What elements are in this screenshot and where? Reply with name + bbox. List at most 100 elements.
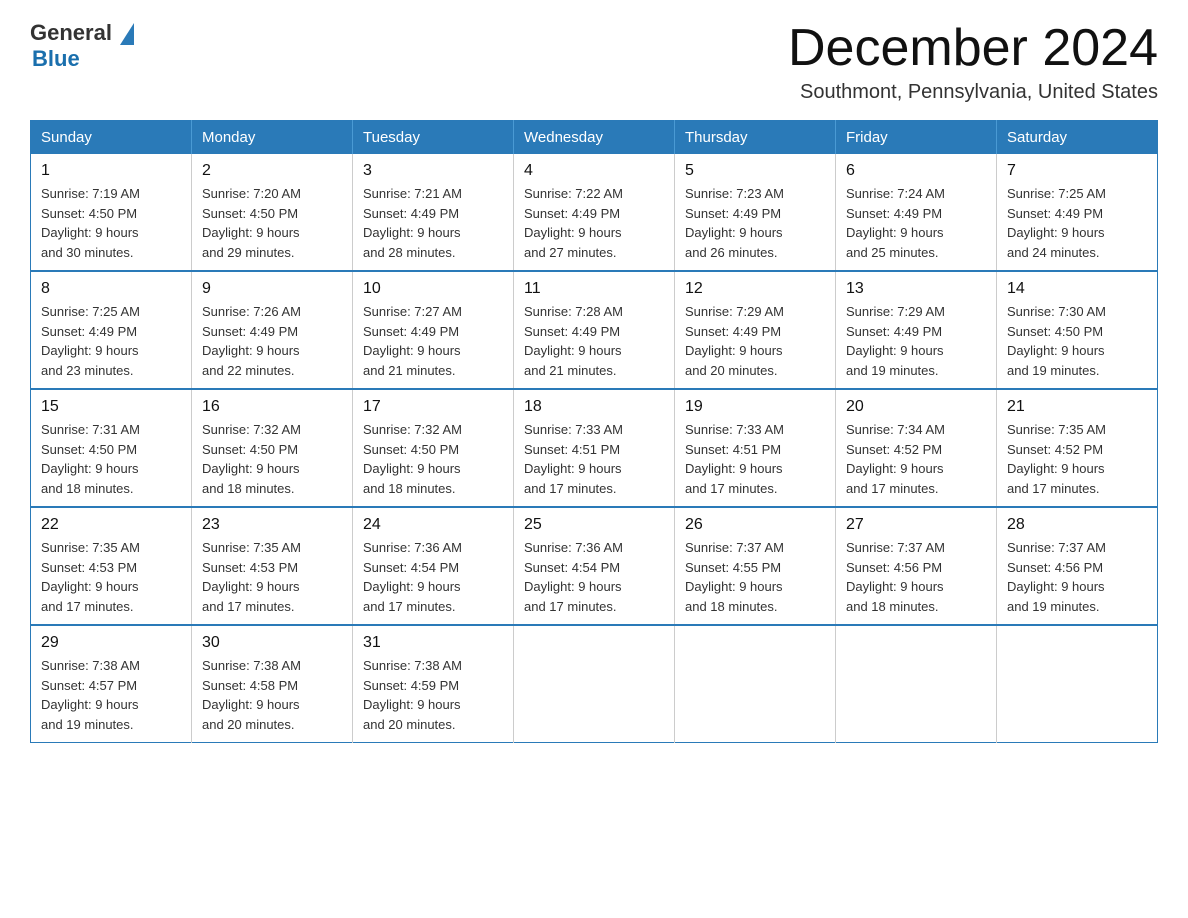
weekday-header-sunday: Sunday — [31, 121, 192, 155]
day-info: Sunrise: 7:27 AM Sunset: 4:49 PM Dayligh… — [363, 302, 503, 380]
day-number: 23 — [202, 516, 342, 534]
day-cell: 5 Sunrise: 7:23 AM Sunset: 4:49 PM Dayli… — [675, 154, 836, 271]
day-number: 29 — [41, 634, 181, 652]
day-number: 19 — [685, 398, 825, 416]
day-cell — [997, 625, 1158, 743]
weekday-header-wednesday: Wednesday — [514, 121, 675, 155]
day-number: 31 — [363, 634, 503, 652]
day-number: 13 — [846, 280, 986, 298]
day-number: 21 — [1007, 398, 1147, 416]
day-cell: 3 Sunrise: 7:21 AM Sunset: 4:49 PM Dayli… — [353, 154, 514, 271]
day-number: 1 — [41, 162, 181, 180]
week-row-1: 1 Sunrise: 7:19 AM Sunset: 4:50 PM Dayli… — [31, 154, 1158, 271]
day-number: 5 — [685, 162, 825, 180]
day-info: Sunrise: 7:35 AM Sunset: 4:53 PM Dayligh… — [202, 538, 342, 616]
day-cell: 24 Sunrise: 7:36 AM Sunset: 4:54 PM Dayl… — [353, 507, 514, 625]
calendar-subtitle: Southmont, Pennsylvania, United States — [788, 81, 1158, 104]
day-cell: 12 Sunrise: 7:29 AM Sunset: 4:49 PM Dayl… — [675, 271, 836, 389]
day-cell: 8 Sunrise: 7:25 AM Sunset: 4:49 PM Dayli… — [31, 271, 192, 389]
day-cell: 13 Sunrise: 7:29 AM Sunset: 4:49 PM Dayl… — [836, 271, 997, 389]
week-row-2: 8 Sunrise: 7:25 AM Sunset: 4:49 PM Dayli… — [31, 271, 1158, 389]
day-cell — [836, 625, 997, 743]
day-info: Sunrise: 7:25 AM Sunset: 4:49 PM Dayligh… — [1007, 184, 1147, 262]
day-cell: 29 Sunrise: 7:38 AM Sunset: 4:57 PM Dayl… — [31, 625, 192, 743]
day-number: 12 — [685, 280, 825, 298]
weekday-header-saturday: Saturday — [997, 121, 1158, 155]
day-cell: 2 Sunrise: 7:20 AM Sunset: 4:50 PM Dayli… — [192, 154, 353, 271]
day-number: 25 — [524, 516, 664, 534]
day-info: Sunrise: 7:25 AM Sunset: 4:49 PM Dayligh… — [41, 302, 181, 380]
day-number: 8 — [41, 280, 181, 298]
title-area: December 2024 Southmont, Pennsylvania, U… — [788, 20, 1158, 104]
day-info: Sunrise: 7:36 AM Sunset: 4:54 PM Dayligh… — [524, 538, 664, 616]
week-row-4: 22 Sunrise: 7:35 AM Sunset: 4:53 PM Dayl… — [31, 507, 1158, 625]
day-cell: 19 Sunrise: 7:33 AM Sunset: 4:51 PM Dayl… — [675, 389, 836, 507]
day-number: 17 — [363, 398, 503, 416]
day-info: Sunrise: 7:37 AM Sunset: 4:56 PM Dayligh… — [1007, 538, 1147, 616]
day-number: 6 — [846, 162, 986, 180]
day-info: Sunrise: 7:26 AM Sunset: 4:49 PM Dayligh… — [202, 302, 342, 380]
day-number: 20 — [846, 398, 986, 416]
day-info: Sunrise: 7:20 AM Sunset: 4:50 PM Dayligh… — [202, 184, 342, 262]
day-info: Sunrise: 7:22 AM Sunset: 4:49 PM Dayligh… — [524, 184, 664, 262]
day-cell: 23 Sunrise: 7:35 AM Sunset: 4:53 PM Dayl… — [192, 507, 353, 625]
day-cell: 22 Sunrise: 7:35 AM Sunset: 4:53 PM Dayl… — [31, 507, 192, 625]
day-info: Sunrise: 7:37 AM Sunset: 4:55 PM Dayligh… — [685, 538, 825, 616]
day-info: Sunrise: 7:29 AM Sunset: 4:49 PM Dayligh… — [685, 302, 825, 380]
day-cell: 26 Sunrise: 7:37 AM Sunset: 4:55 PM Dayl… — [675, 507, 836, 625]
weekday-header-row: SundayMondayTuesdayWednesdayThursdayFrid… — [31, 121, 1158, 155]
day-info: Sunrise: 7:34 AM Sunset: 4:52 PM Dayligh… — [846, 420, 986, 498]
day-cell — [675, 625, 836, 743]
day-info: Sunrise: 7:30 AM Sunset: 4:50 PM Dayligh… — [1007, 302, 1147, 380]
day-number: 24 — [363, 516, 503, 534]
day-info: Sunrise: 7:29 AM Sunset: 4:49 PM Dayligh… — [846, 302, 986, 380]
weekday-header-tuesday: Tuesday — [353, 121, 514, 155]
day-cell: 28 Sunrise: 7:37 AM Sunset: 4:56 PM Dayl… — [997, 507, 1158, 625]
day-cell: 7 Sunrise: 7:25 AM Sunset: 4:49 PM Dayli… — [997, 154, 1158, 271]
day-cell: 9 Sunrise: 7:26 AM Sunset: 4:49 PM Dayli… — [192, 271, 353, 389]
day-cell: 25 Sunrise: 7:36 AM Sunset: 4:54 PM Dayl… — [514, 507, 675, 625]
page-header: General Blue December 2024 Southmont, Pe… — [30, 20, 1158, 104]
day-info: Sunrise: 7:24 AM Sunset: 4:49 PM Dayligh… — [846, 184, 986, 262]
day-cell: 17 Sunrise: 7:32 AM Sunset: 4:50 PM Dayl… — [353, 389, 514, 507]
day-number: 27 — [846, 516, 986, 534]
logo-general-text: General — [30, 20, 134, 46]
day-cell: 21 Sunrise: 7:35 AM Sunset: 4:52 PM Dayl… — [997, 389, 1158, 507]
day-info: Sunrise: 7:33 AM Sunset: 4:51 PM Dayligh… — [685, 420, 825, 498]
day-info: Sunrise: 7:33 AM Sunset: 4:51 PM Dayligh… — [524, 420, 664, 498]
day-info: Sunrise: 7:38 AM Sunset: 4:58 PM Dayligh… — [202, 656, 342, 734]
day-number: 2 — [202, 162, 342, 180]
day-info: Sunrise: 7:32 AM Sunset: 4:50 PM Dayligh… — [202, 420, 342, 498]
day-cell: 27 Sunrise: 7:37 AM Sunset: 4:56 PM Dayl… — [836, 507, 997, 625]
day-cell: 14 Sunrise: 7:30 AM Sunset: 4:50 PM Dayl… — [997, 271, 1158, 389]
day-number: 9 — [202, 280, 342, 298]
day-info: Sunrise: 7:36 AM Sunset: 4:54 PM Dayligh… — [363, 538, 503, 616]
day-cell: 4 Sunrise: 7:22 AM Sunset: 4:49 PM Dayli… — [514, 154, 675, 271]
day-info: Sunrise: 7:28 AM Sunset: 4:49 PM Dayligh… — [524, 302, 664, 380]
day-number: 22 — [41, 516, 181, 534]
day-info: Sunrise: 7:35 AM Sunset: 4:53 PM Dayligh… — [41, 538, 181, 616]
day-info: Sunrise: 7:31 AM Sunset: 4:50 PM Dayligh… — [41, 420, 181, 498]
day-cell: 11 Sunrise: 7:28 AM Sunset: 4:49 PM Dayl… — [514, 271, 675, 389]
logo: General Blue — [30, 20, 134, 72]
day-info: Sunrise: 7:19 AM Sunset: 4:50 PM Dayligh… — [41, 184, 181, 262]
week-row-3: 15 Sunrise: 7:31 AM Sunset: 4:50 PM Dayl… — [31, 389, 1158, 507]
logo-triangle-icon — [120, 23, 134, 45]
day-cell: 31 Sunrise: 7:38 AM Sunset: 4:59 PM Dayl… — [353, 625, 514, 743]
day-number: 14 — [1007, 280, 1147, 298]
day-number: 4 — [524, 162, 664, 180]
day-number: 3 — [363, 162, 503, 180]
day-info: Sunrise: 7:35 AM Sunset: 4:52 PM Dayligh… — [1007, 420, 1147, 498]
day-cell: 1 Sunrise: 7:19 AM Sunset: 4:50 PM Dayli… — [31, 154, 192, 271]
day-number: 16 — [202, 398, 342, 416]
day-cell: 15 Sunrise: 7:31 AM Sunset: 4:50 PM Dayl… — [31, 389, 192, 507]
weekday-header-friday: Friday — [836, 121, 997, 155]
day-cell: 30 Sunrise: 7:38 AM Sunset: 4:58 PM Dayl… — [192, 625, 353, 743]
day-number: 15 — [41, 398, 181, 416]
day-cell — [514, 625, 675, 743]
weekday-header-monday: Monday — [192, 121, 353, 155]
day-info: Sunrise: 7:32 AM Sunset: 4:50 PM Dayligh… — [363, 420, 503, 498]
day-number: 11 — [524, 280, 664, 298]
day-info: Sunrise: 7:21 AM Sunset: 4:49 PM Dayligh… — [363, 184, 503, 262]
day-cell: 10 Sunrise: 7:27 AM Sunset: 4:49 PM Dayl… — [353, 271, 514, 389]
